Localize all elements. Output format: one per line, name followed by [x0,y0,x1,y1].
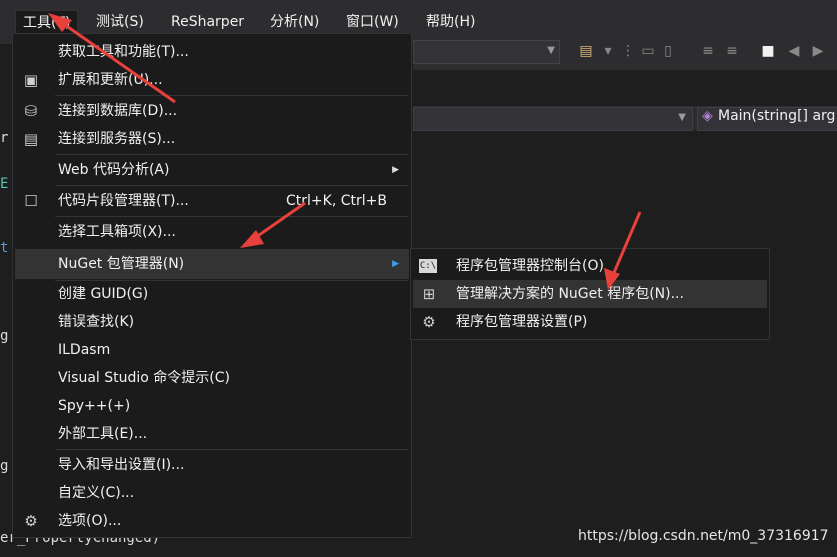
chevron-down-icon: ▼ [547,45,555,56]
code-fragment: E [0,176,9,192]
menu-item-connect-database[interactable]: ⛁ 连接到数据库(D)... [15,97,409,125]
menu-item-label: 自定义(C)... [58,485,135,501]
nuget-submenu: C:\ 程序包管理器控制台(O) ⊞ 管理解决方案的 NuGet 程序包(N).… [410,248,770,340]
menu-item-label: 扩展和更新(U)... [58,72,163,88]
database-connect-icon: ⛁ [24,102,38,120]
code-fragment: t [0,240,9,256]
submenu-item-label: 程序包管理器设置(P) [456,314,588,330]
menu-item-shortcut: Ctrl+K, Ctrl+B [286,193,387,209]
menu-separator [55,185,408,186]
menu-test[interactable]: 测试(S) [89,10,151,34]
comment-icon[interactable]: ▭ [639,42,657,60]
menu-item-label: 创建 GUID(G) [58,286,149,302]
menu-item-options[interactable]: ⚙ 选项(O)... [15,507,409,535]
find-in-files-icon[interactable]: ▤ [577,42,595,60]
menu-item-extensions[interactable]: ▣ 扩展和更新(U)... [15,66,409,94]
gear-icon: ⚙ [422,313,436,331]
menu-analyze[interactable]: 分析(N) [263,10,326,34]
member-label: Main(string[] arg [718,108,836,124]
menu-item-web-code-analysis[interactable]: Web 代码分析(A) ▶ [15,156,409,184]
submenu-item-label: 程序包管理器控制台(O) [456,258,604,274]
menu-item-nuget[interactable]: NuGet 包管理器(N) ▶ [15,249,409,279]
toolbar-combo[interactable]: ▼ [413,40,560,64]
submenu-item-label: 管理解决方案的 NuGet 程序包(N)... [456,286,684,302]
chevron-down-icon: ▼ [678,112,686,123]
menu-tools[interactable]: 工具(T) [15,10,79,35]
tools-menu: 获取工具和功能(T)... ▣ 扩展和更新(U)... ⛁ 连接到数据库(D).… [12,33,412,538]
submenu-item-package-manager-console[interactable]: C:\ 程序包管理器控制台(O) [413,252,767,280]
menu-item-label: NuGet 包管理器(N) [58,256,185,272]
menu-separator [55,154,408,155]
menu-item-spy[interactable]: Spy++(+) [15,392,409,420]
menu-item-label: 选择工具箱项(X)... [58,224,176,240]
code-fragment: g [0,328,9,344]
dropdown-icon[interactable]: ▾ [599,42,617,60]
snippet-manager-icon: ☐ [24,192,38,210]
menu-resharper[interactable]: ReSharper [164,10,251,34]
uncomment-icon[interactable]: ▯ [659,42,677,60]
menu-item-vs-command-prompt[interactable]: Visual Studio 命令提示(C) [15,364,409,392]
submenu-item-manage-nuget-packages[interactable]: ⊞ 管理解决方案的 NuGet 程序包(N)... [413,280,767,308]
menu-item-label: 连接到服务器(S)... [58,131,176,147]
type-selector[interactable]: ▼ [413,107,693,131]
server-connect-icon: ▤ [23,130,39,148]
menu-item-connect-server[interactable]: ▤ 连接到服务器(S)... [15,125,409,153]
menu-item-label: ILDasm [58,342,111,358]
menu-help[interactable]: 帮助(H) [419,10,482,34]
menu-item-import-export-settings[interactable]: 导入和导出设置(I)... [15,451,409,479]
menu-item-choose-toolbox[interactable]: 选择工具箱项(X)... [15,218,409,246]
gear-icon: ⚙ [24,512,38,530]
menu-item-error-lookup[interactable]: 错误查找(K) [15,308,409,336]
menu-item-get-tools[interactable]: 获取工具和功能(T)... [15,38,409,66]
toolbar: ▼ ▤ ▾ ⋮ ▭ ▯ ≡ ≡ ■ ◀ ▶ [413,36,837,70]
menu-item-snippet-manager[interactable]: ☐ 代码片段管理器(T)... Ctrl+K, Ctrl+B [15,187,409,215]
package-icon: ⊞ [422,285,436,303]
extensions-icon: ▣ [23,71,39,89]
member-selector[interactable]: ◈ Main(string[] arg [697,107,837,131]
bookmark-icon[interactable]: ■ [759,42,777,60]
bookmark-prev-icon[interactable]: ◀ [785,42,803,60]
menu-item-label: 选项(O)... [58,513,122,529]
menu-item-ildasm[interactable]: ILDasm [15,336,409,364]
submenu-item-package-manager-settings[interactable]: ⚙ 程序包管理器设置(P) [413,308,767,336]
menu-item-label: 代码片段管理器(T)... [58,193,189,209]
method-icon: ◈ [702,108,713,124]
menu-item-label: 获取工具和功能(T)... [58,44,189,60]
align-left-icon[interactable]: ≡ [699,42,717,60]
code-fragment: g [0,458,9,474]
menu-separator [55,95,408,96]
indent-icon[interactable]: ⋮ [619,42,637,60]
menu-item-label: 导入和导出设置(I)... [58,457,185,473]
menu-item-label: 外部工具(E)... [58,426,148,442]
navigation-bar: ▼ ◈ Main(string[] arg [413,106,837,131]
console-icon: C:\ [419,259,437,273]
menu-item-label: 错误查找(K) [58,314,135,330]
watermark: https://blog.csdn.net/m0_37316917 [578,528,829,544]
menu-window[interactable]: 窗口(W) [339,10,406,34]
menu-item-create-guid[interactable]: 创建 GUID(G) [15,280,409,308]
menu-item-customize[interactable]: 自定义(C)... [15,479,409,507]
submenu-arrow-icon: ▶ [392,165,399,175]
menu-separator [55,216,408,217]
menu-item-label: 连接到数据库(D)... [58,103,178,119]
bookmark-next-icon[interactable]: ▶ [809,42,827,60]
submenu-arrow-icon: ▶ [392,259,399,269]
menu-separator [55,449,408,450]
menu-item-label: Spy++(+) [58,398,131,414]
menu-item-external-tools[interactable]: 外部工具(E)... [15,420,409,448]
menu-item-label: Visual Studio 命令提示(C) [58,370,230,386]
code-fragment: r [0,130,9,146]
menu-item-label: Web 代码分析(A) [58,162,170,178]
align-right-icon[interactable]: ≡ [723,42,741,60]
